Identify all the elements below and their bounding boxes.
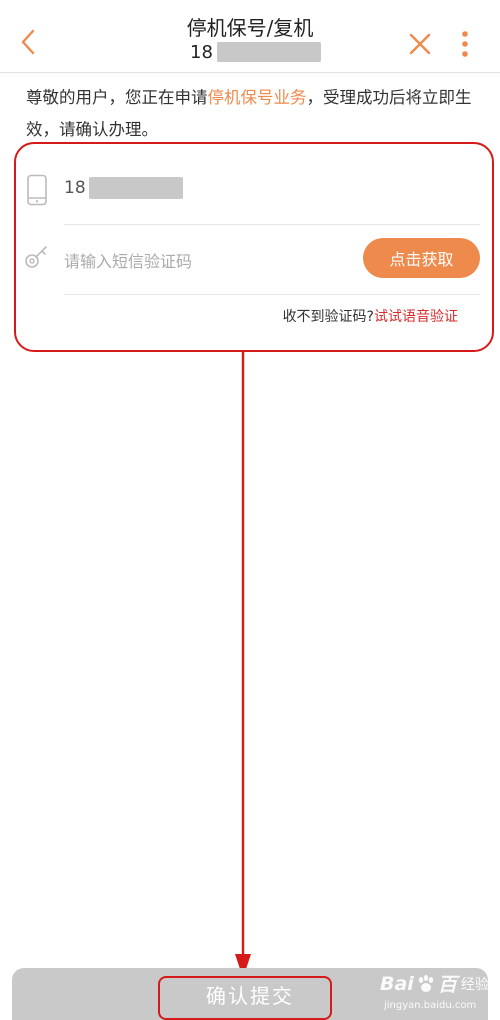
watermark-brand-right: 百: [437, 974, 457, 996]
watermark-brand: Bai 百 经验: [380, 970, 489, 997]
notice-text-before: 尊敬的用户，您正在申请: [26, 88, 208, 107]
header-phone-number: 18: [190, 40, 321, 64]
more-button[interactable]: [452, 26, 478, 62]
annotation-arrow: [235, 350, 251, 978]
divider: [64, 224, 480, 225]
sms-code-input[interactable]: [64, 246, 344, 276]
more-vertical-icon: [462, 31, 468, 57]
get-code-button[interactable]: 点击获取: [363, 238, 480, 278]
close-icon: [409, 33, 431, 55]
header-bar: 停机保号/复机 18: [0, 0, 500, 73]
watermark-brand-left: Bai: [380, 972, 414, 995]
divider: [64, 294, 480, 295]
phone-number-display: 18: [64, 176, 183, 200]
service-notice: 尊敬的用户，您正在申请停机保号业务，受理成功后将立即生效，请确认办理。: [26, 82, 480, 146]
phone-mask: [88, 177, 183, 199]
paw-icon: [418, 974, 434, 992]
notice-highlight: 停机保号业务: [207, 88, 307, 107]
watermark-brand-cn: 经验: [460, 976, 489, 993]
key-icon: [25, 246, 47, 268]
watermark-url: jingyan.baidu.com: [384, 1000, 477, 1011]
phone-icon: [27, 174, 47, 206]
voice-prompt: 收不到验证码?: [282, 309, 374, 325]
phone-prefix: 18: [64, 178, 86, 198]
header-phone-prefix: 18: [190, 41, 213, 63]
voice-verification-row: 收不到验证码?试试语音验证: [200, 306, 458, 326]
watermark: Bai 百 经验 jingyan.baidu.com: [380, 966, 498, 1020]
close-button[interactable]: [402, 26, 438, 62]
phone-mask: [216, 42, 321, 62]
voice-verification-link[interactable]: 试试语音验证: [374, 309, 458, 325]
submit-highlight: [158, 976, 332, 1020]
